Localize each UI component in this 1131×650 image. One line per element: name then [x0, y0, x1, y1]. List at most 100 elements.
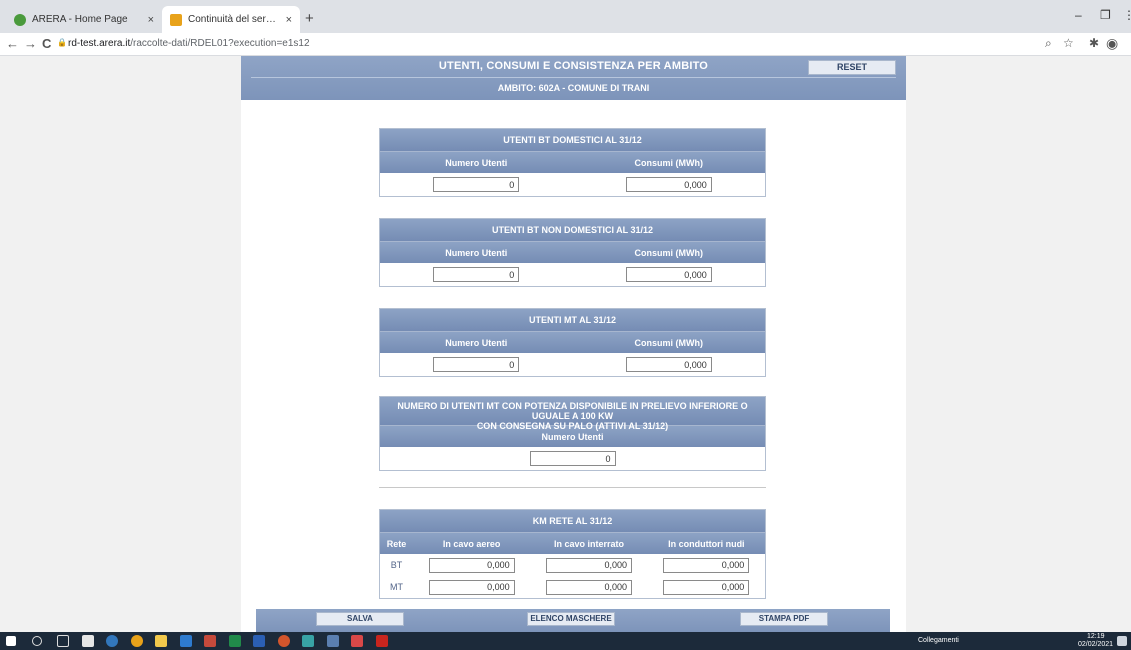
url-field[interactable]: rd-test.arera.it/raccolte-dati/RDEL01?ex…: [68, 38, 310, 49]
powerpoint-icon[interactable]: [278, 635, 290, 647]
col-cavo-interrato: In cavo interrato: [553, 538, 624, 549]
bt-non-domestici-numero-utenti-input[interactable]: [433, 267, 520, 282]
action-bar: SALVA ELENCO MASCHERE STAMPA PDF: [256, 609, 890, 632]
col-numero-utenti: Numero Utenti: [541, 431, 604, 442]
section-title: KM RETE AL 31/12: [380, 510, 765, 532]
mt-palo-numero-utenti-input[interactable]: [529, 451, 616, 466]
section-mt-palo: NUMERO DI UTENTI MT CON POTENZA DISPONIB…: [379, 396, 766, 471]
new-tab-button[interactable]: +: [305, 10, 314, 27]
kebab-menu-icon[interactable]: ⋮: [1123, 8, 1131, 22]
mt-numero-utenti-input[interactable]: [433, 357, 520, 372]
app-icon[interactable]: [327, 635, 339, 647]
search-icon[interactable]: [32, 636, 42, 646]
arera-favicon-icon: [14, 13, 26, 26]
mt-consumi-input[interactable]: [625, 357, 712, 372]
section-title: UTENTI BT NON DOMESTICI AL 31/12: [380, 219, 765, 241]
page-title: UTENTI, CONSUMI E CONSISTENZA PER AMBITO: [438, 60, 709, 72]
clock-time: 12:19: [1087, 633, 1105, 640]
col-consumi: Consumi (MWh): [634, 337, 703, 348]
task-view-icon[interactable]: [57, 635, 69, 647]
section-column-headers: Numero Utenti Consumi (MWh): [380, 151, 765, 173]
section-title-line1: NUMERO DI UTENTI MT CON POTENZA DISPONIB…: [397, 401, 748, 421]
mail-icon[interactable]: [82, 635, 94, 647]
section-bt-domestici: UTENTI BT DOMESTICI AL 31/12 Numero Uten…: [379, 128, 766, 197]
salva-button[interactable]: SALVA: [316, 612, 404, 626]
section-column-headers: Numero Utenti Consumi (MWh): [380, 331, 765, 353]
table-row: MT: [380, 576, 765, 598]
section-input-row: [380, 353, 765, 376]
address-bar: ← → C 🔒 rd-test.arera.it/raccolte-dati/R…: [0, 33, 1131, 56]
close-icon[interactable]: ×: [286, 14, 292, 26]
collegamenti-label[interactable]: Collegamenti: [918, 637, 959, 644]
close-icon[interactable]: ×: [148, 14, 154, 26]
acrobat-icon[interactable]: [376, 635, 388, 647]
star-icon[interactable]: ☆: [1063, 36, 1074, 50]
access-icon[interactable]: [204, 635, 216, 647]
calendar-icon[interactable]: [351, 635, 363, 647]
back-icon[interactable]: ←: [6, 36, 19, 51]
section-title: UTENTI BT DOMESTICI AL 31/12: [380, 129, 765, 151]
section-divider: [379, 487, 766, 488]
lock-icon: 🔒: [57, 38, 67, 47]
mt-cavo-aereo-input[interactable]: [428, 579, 515, 595]
ambito-subtitle: AMBITO: 602A - COMUNE DI TRANI: [497, 83, 650, 93]
windows-start-icon[interactable]: [6, 636, 16, 646]
rete-label: MT: [390, 582, 403, 592]
file-explorer-icon[interactable]: [155, 635, 167, 647]
bt-non-domestici-consumi-input[interactable]: [625, 267, 712, 282]
tab-label: ARERA - Home Page: [32, 14, 128, 25]
section-title: UTENTI MT AL 31/12: [380, 309, 765, 331]
section-km-rete: KM RETE AL 31/12 Rete In cavo aereo In c…: [379, 509, 766, 599]
edge-icon[interactable]: [106, 635, 118, 647]
col-numero-utenti: Numero Utenti: [445, 157, 508, 168]
outlook-icon[interactable]: [180, 635, 192, 647]
form-page: UTENTI, CONSUMI E CONSISTENZA PER AMBITO…: [241, 56, 906, 632]
zoom-icon[interactable]: ⌕: [1045, 36, 1052, 51]
page-favicon-icon: [170, 13, 182, 26]
word-icon[interactable]: [253, 635, 265, 647]
elenco-maschere-button[interactable]: ELENCO MASCHERE: [527, 612, 615, 626]
profile-icon[interactable]: ◉: [1106, 35, 1118, 52]
col-consumi: Consumi (MWh): [634, 247, 703, 258]
chrome-icon[interactable]: [131, 635, 143, 647]
excel-icon[interactable]: [229, 635, 241, 647]
mt-conduttori-nudi-input[interactable]: [663, 579, 750, 595]
page-header: UTENTI, CONSUMI E CONSISTENZA PER AMBITO…: [241, 56, 906, 100]
minimize-button[interactable]: –: [1075, 8, 1082, 22]
windows-taskbar: Collegamenti 12:19 02/02/2021: [0, 632, 1131, 650]
browser-tab-bar: ARERA - Home Page × Continuità del servi…: [0, 0, 1131, 33]
section-bt-non-domestici: UTENTI BT NON DOMESTICI AL 31/12 Numero …: [379, 218, 766, 287]
clock-date: 02/02/2021: [1078, 641, 1114, 648]
km-rete-column-headers: Rete In cavo aereo In cavo interrato In …: [380, 532, 765, 554]
mt-cavo-interrato-input[interactable]: [545, 579, 632, 595]
section-input-row: [380, 447, 765, 470]
reset-button[interactable]: RESET: [808, 60, 896, 75]
header-divider: [251, 77, 896, 78]
tab-label: Continuità del servizio elettrico: [188, 14, 280, 25]
tab-continuita[interactable]: Continuità del servizio elettrico ×: [162, 6, 300, 33]
tab-arera-home[interactable]: ARERA - Home Page ×: [6, 6, 162, 33]
section-column-headers: Numero Utenti Consumi (MWh): [380, 241, 765, 263]
bt-domestici-consumi-input[interactable]: [625, 177, 712, 192]
url-host: rd-test.arera.it: [68, 38, 131, 49]
col-consumi: Consumi (MWh): [634, 157, 703, 168]
forward-icon[interactable]: →: [24, 36, 37, 51]
notifications-icon[interactable]: [1117, 636, 1127, 646]
col-conduttori-nudi: In conduttori nudi: [668, 538, 745, 549]
col-numero-utenti: Numero Utenti: [445, 247, 508, 258]
stampa-pdf-button[interactable]: STAMPA PDF: [740, 612, 828, 626]
bt-cavo-interrato-input[interactable]: [545, 557, 632, 573]
bt-conduttori-nudi-input[interactable]: [663, 557, 750, 573]
url-path: /raccolte-dati/RDEL01?execution=e1s12: [130, 38, 310, 49]
publisher-icon[interactable]: [302, 635, 314, 647]
maximize-button[interactable]: ❐: [1100, 8, 1111, 22]
bt-domestici-numero-utenti-input[interactable]: [433, 177, 520, 192]
bt-cavo-aereo-input[interactable]: [428, 557, 515, 573]
col-numero-utenti: Numero Utenti: [445, 337, 508, 348]
section-input-row: [380, 263, 765, 286]
reload-icon[interactable]: C: [42, 36, 51, 51]
table-row: BT: [380, 554, 765, 576]
rete-label: BT: [390, 560, 403, 570]
extensions-icon[interactable]: ✱: [1089, 36, 1099, 50]
section-mt: UTENTI MT AL 31/12 Numero Utenti Consumi…: [379, 308, 766, 377]
